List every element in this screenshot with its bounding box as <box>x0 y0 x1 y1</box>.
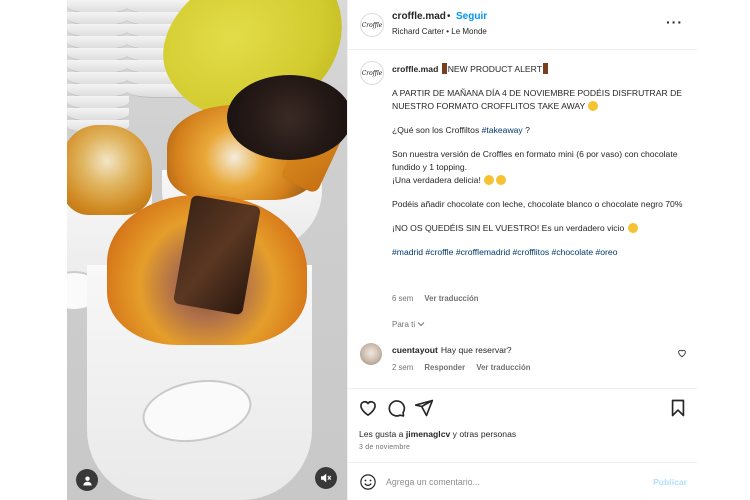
post-date[interactable]: 3 de noviembre <box>359 444 410 451</box>
more-horizontal-icon[interactable]: ··· <box>666 14 683 30</box>
post-actions: Les gusta a jimenaglcv y otras personas … <box>348 388 697 460</box>
yum-emoji-icon <box>484 175 495 185</box>
caption-alert: NEW PRODUCT ALERT <box>447 64 542 74</box>
comment-like-heart-icon[interactable] <box>677 348 687 360</box>
comment-time[interactable]: 2 sem <box>392 363 413 372</box>
follow-button[interactable]: Seguir <box>456 11 487 22</box>
chocolate-emoji-icon <box>542 63 548 74</box>
comment-body: Hay que reservar? <box>440 345 512 355</box>
likes-prefix: Les gusta a <box>359 429 406 439</box>
comment-username[interactable]: cuentayout <box>392 345 438 355</box>
caption-options: Podéis añadir chocolate con leche, choco… <box>392 199 683 209</box>
translate-link[interactable]: Ver traducción <box>424 294 478 303</box>
bookmark-icon[interactable] <box>668 398 688 418</box>
post-subtitle[interactable]: Richard Carter • Le Monde <box>392 27 487 36</box>
heart-icon[interactable] <box>358 398 378 418</box>
post-photo[interactable] <box>67 0 347 500</box>
reply-button[interactable]: Responder <box>424 363 465 372</box>
caption-question-end: ? <box>522 125 530 135</box>
publish-button[interactable]: Publicar <box>653 477 687 487</box>
comment-avatar[interactable] <box>360 343 382 365</box>
avatar[interactable]: Croffle <box>360 61 384 85</box>
comment-input[interactable] <box>386 472 636 492</box>
send-icon[interactable] <box>414 398 434 418</box>
chocolate-emoji-icon <box>441 63 447 74</box>
post-header: Croffle croffle.mad • Seguir Richard Car… <box>348 0 697 50</box>
avatar-logo-text: Croffle <box>361 21 383 29</box>
hashtag-takeaway[interactable]: #takeaway <box>482 125 523 135</box>
comment-icon[interactable] <box>386 398 406 418</box>
caption-hashtags[interactable]: #madrid #croffle #crofflemadrid #croffli… <box>392 247 617 257</box>
chevron-down-icon <box>417 320 425 329</box>
comment-meta: 2 sem Responder Ver traducción <box>392 363 539 372</box>
comment: cuentayout Hay que reservar? <box>392 345 512 355</box>
separator-dot: • <box>447 11 451 22</box>
smiley-emoji-icon <box>588 101 599 111</box>
caption-meta: 6 sem Ver traducción <box>392 294 488 303</box>
smiley-icon[interactable] <box>359 473 377 491</box>
oreo-topping <box>227 75 347 160</box>
post-side-panel: Croffle croffle.mad • Seguir Richard Car… <box>347 0 697 500</box>
post-username[interactable]: croffle.mad <box>392 11 446 22</box>
muted-speaker-icon[interactable] <box>315 467 337 489</box>
comments-scroll-area[interactable]: Croffle croffle.mad NEW PRODUCT ALERT A … <box>348 50 697 388</box>
heart-eyes-emoji-icon <box>627 223 638 233</box>
caption-delight: ¡Una verdadera delicia! <box>392 175 484 185</box>
caption-cta: ¡NO OS QUEDÉIS SIN EL VUESTRO! Es un ver… <box>392 223 627 233</box>
para-ti-dropdown[interactable]: Para ti <box>392 320 425 329</box>
avatar[interactable]: Croffle <box>360 13 384 37</box>
caption-username[interactable]: croffle.mad <box>392 64 438 74</box>
cup-logo <box>137 371 257 451</box>
caption-question: ¿Qué son los Croffiltos <box>392 125 482 135</box>
user-icon[interactable] <box>76 469 98 491</box>
caption-time[interactable]: 6 sem <box>392 294 413 303</box>
likes-user[interactable]: jimenaglcv <box>406 429 450 439</box>
caption-description: Son nuestra versión de Croffles en forma… <box>392 149 678 172</box>
para-ti-label: Para ti <box>392 320 416 329</box>
avatar-logo-text: Croffle <box>361 69 383 77</box>
yum-emoji-icon <box>496 175 507 185</box>
croffle-cup-left <box>67 125 152 215</box>
likes-summary: Les gusta a jimenaglcv y otras personas <box>359 429 516 439</box>
caption-announcement: A PARTIR DE MAÑANA DÍA 4 DE NOVIEMBRE PO… <box>392 88 683 111</box>
post-caption: croffle.mad NEW PRODUCT ALERT A PARTIR D… <box>392 63 687 259</box>
translate-link[interactable]: Ver traducción <box>476 363 530 372</box>
comment-box: Publicar <box>348 462 697 500</box>
likes-suffix[interactable]: y otras personas <box>450 429 517 439</box>
